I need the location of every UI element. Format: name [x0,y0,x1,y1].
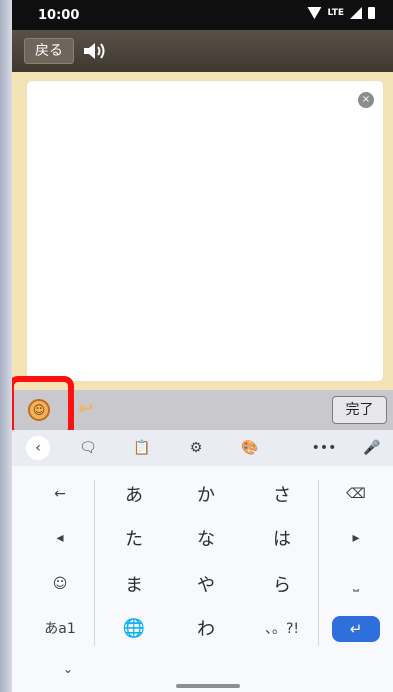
status-bar: 10:00 LTE [12,0,393,30]
keyboard-divider-left [94,480,95,646]
done-button[interactable]: 完了 [332,396,387,424]
key-left-arrow[interactable]: ← [30,472,90,516]
hook-icon[interactable]: ↩ [78,398,96,420]
wifi-icon [307,7,322,19]
clear-text-button[interactable]: × [358,92,374,108]
phone-screen: 10:00 LTE 戻る × ☺ ↩ 完了 ‹ 🗨 📋 ⚙ 🎨 ••• 🎤 ← [12,0,393,692]
key-ta[interactable]: た [104,516,164,560]
key-sa[interactable]: さ [252,472,312,516]
key-ya[interactable]: や [176,562,236,606]
status-icons: LTE [307,7,375,19]
keyboard-back-icon[interactable]: ‹ [26,436,50,460]
keyboard-toolbar: ‹ 🗨 📋 ⚙ 🎨 ••• 🎤 [12,430,393,466]
key-ma[interactable]: ま [104,562,164,606]
mic-icon[interactable]: 🎤 [354,436,390,460]
app-header: 戻る [12,30,393,72]
gesture-bar[interactable] [176,684,240,688]
chevron-down-icon[interactable]: ⌄ [56,662,80,680]
key-a[interactable]: あ [104,472,164,516]
status-time: 10:00 [38,8,80,23]
cursor-right-icon[interactable]: ▸ [326,516,386,560]
network-type: LTE [327,8,344,18]
speaker-icon[interactable] [82,40,110,62]
keyboard-divider-right [318,480,319,646]
mode-switch-key[interactable]: あa1 [30,606,90,650]
theme-icon[interactable]: 🎨 [232,436,268,460]
key-ka[interactable]: か [176,472,236,516]
text-input-area[interactable] [26,80,384,382]
more-icon[interactable]: ••• [306,436,342,460]
device-frame [0,0,12,692]
key-ra[interactable]: ら [252,562,312,606]
key-na[interactable]: な [176,516,236,560]
emoji-highlight-box [12,376,74,438]
sticker-icon[interactable]: 🗨 [70,436,106,460]
punctuation-key[interactable]: 、。?! [252,606,312,650]
battery-icon [368,7,375,19]
globe-icon[interactable]: 🌐 [104,606,164,650]
backspace-icon[interactable]: ⌫ [326,472,386,516]
key-ha[interactable]: は [252,516,312,560]
key-wa[interactable]: わ [176,606,236,650]
back-button[interactable]: 戻る [24,38,74,64]
cursor-left-icon[interactable]: ◂ [30,516,90,560]
signal-icon [350,7,362,19]
clipboard-icon[interactable]: 📋 [124,436,160,460]
space-key[interactable]: ⎵ [326,562,386,606]
settings-icon[interactable]: ⚙ [178,436,214,460]
emoji-key-icon[interactable]: ☺ [30,562,90,606]
enter-key[interactable]: ↵ [332,616,380,642]
